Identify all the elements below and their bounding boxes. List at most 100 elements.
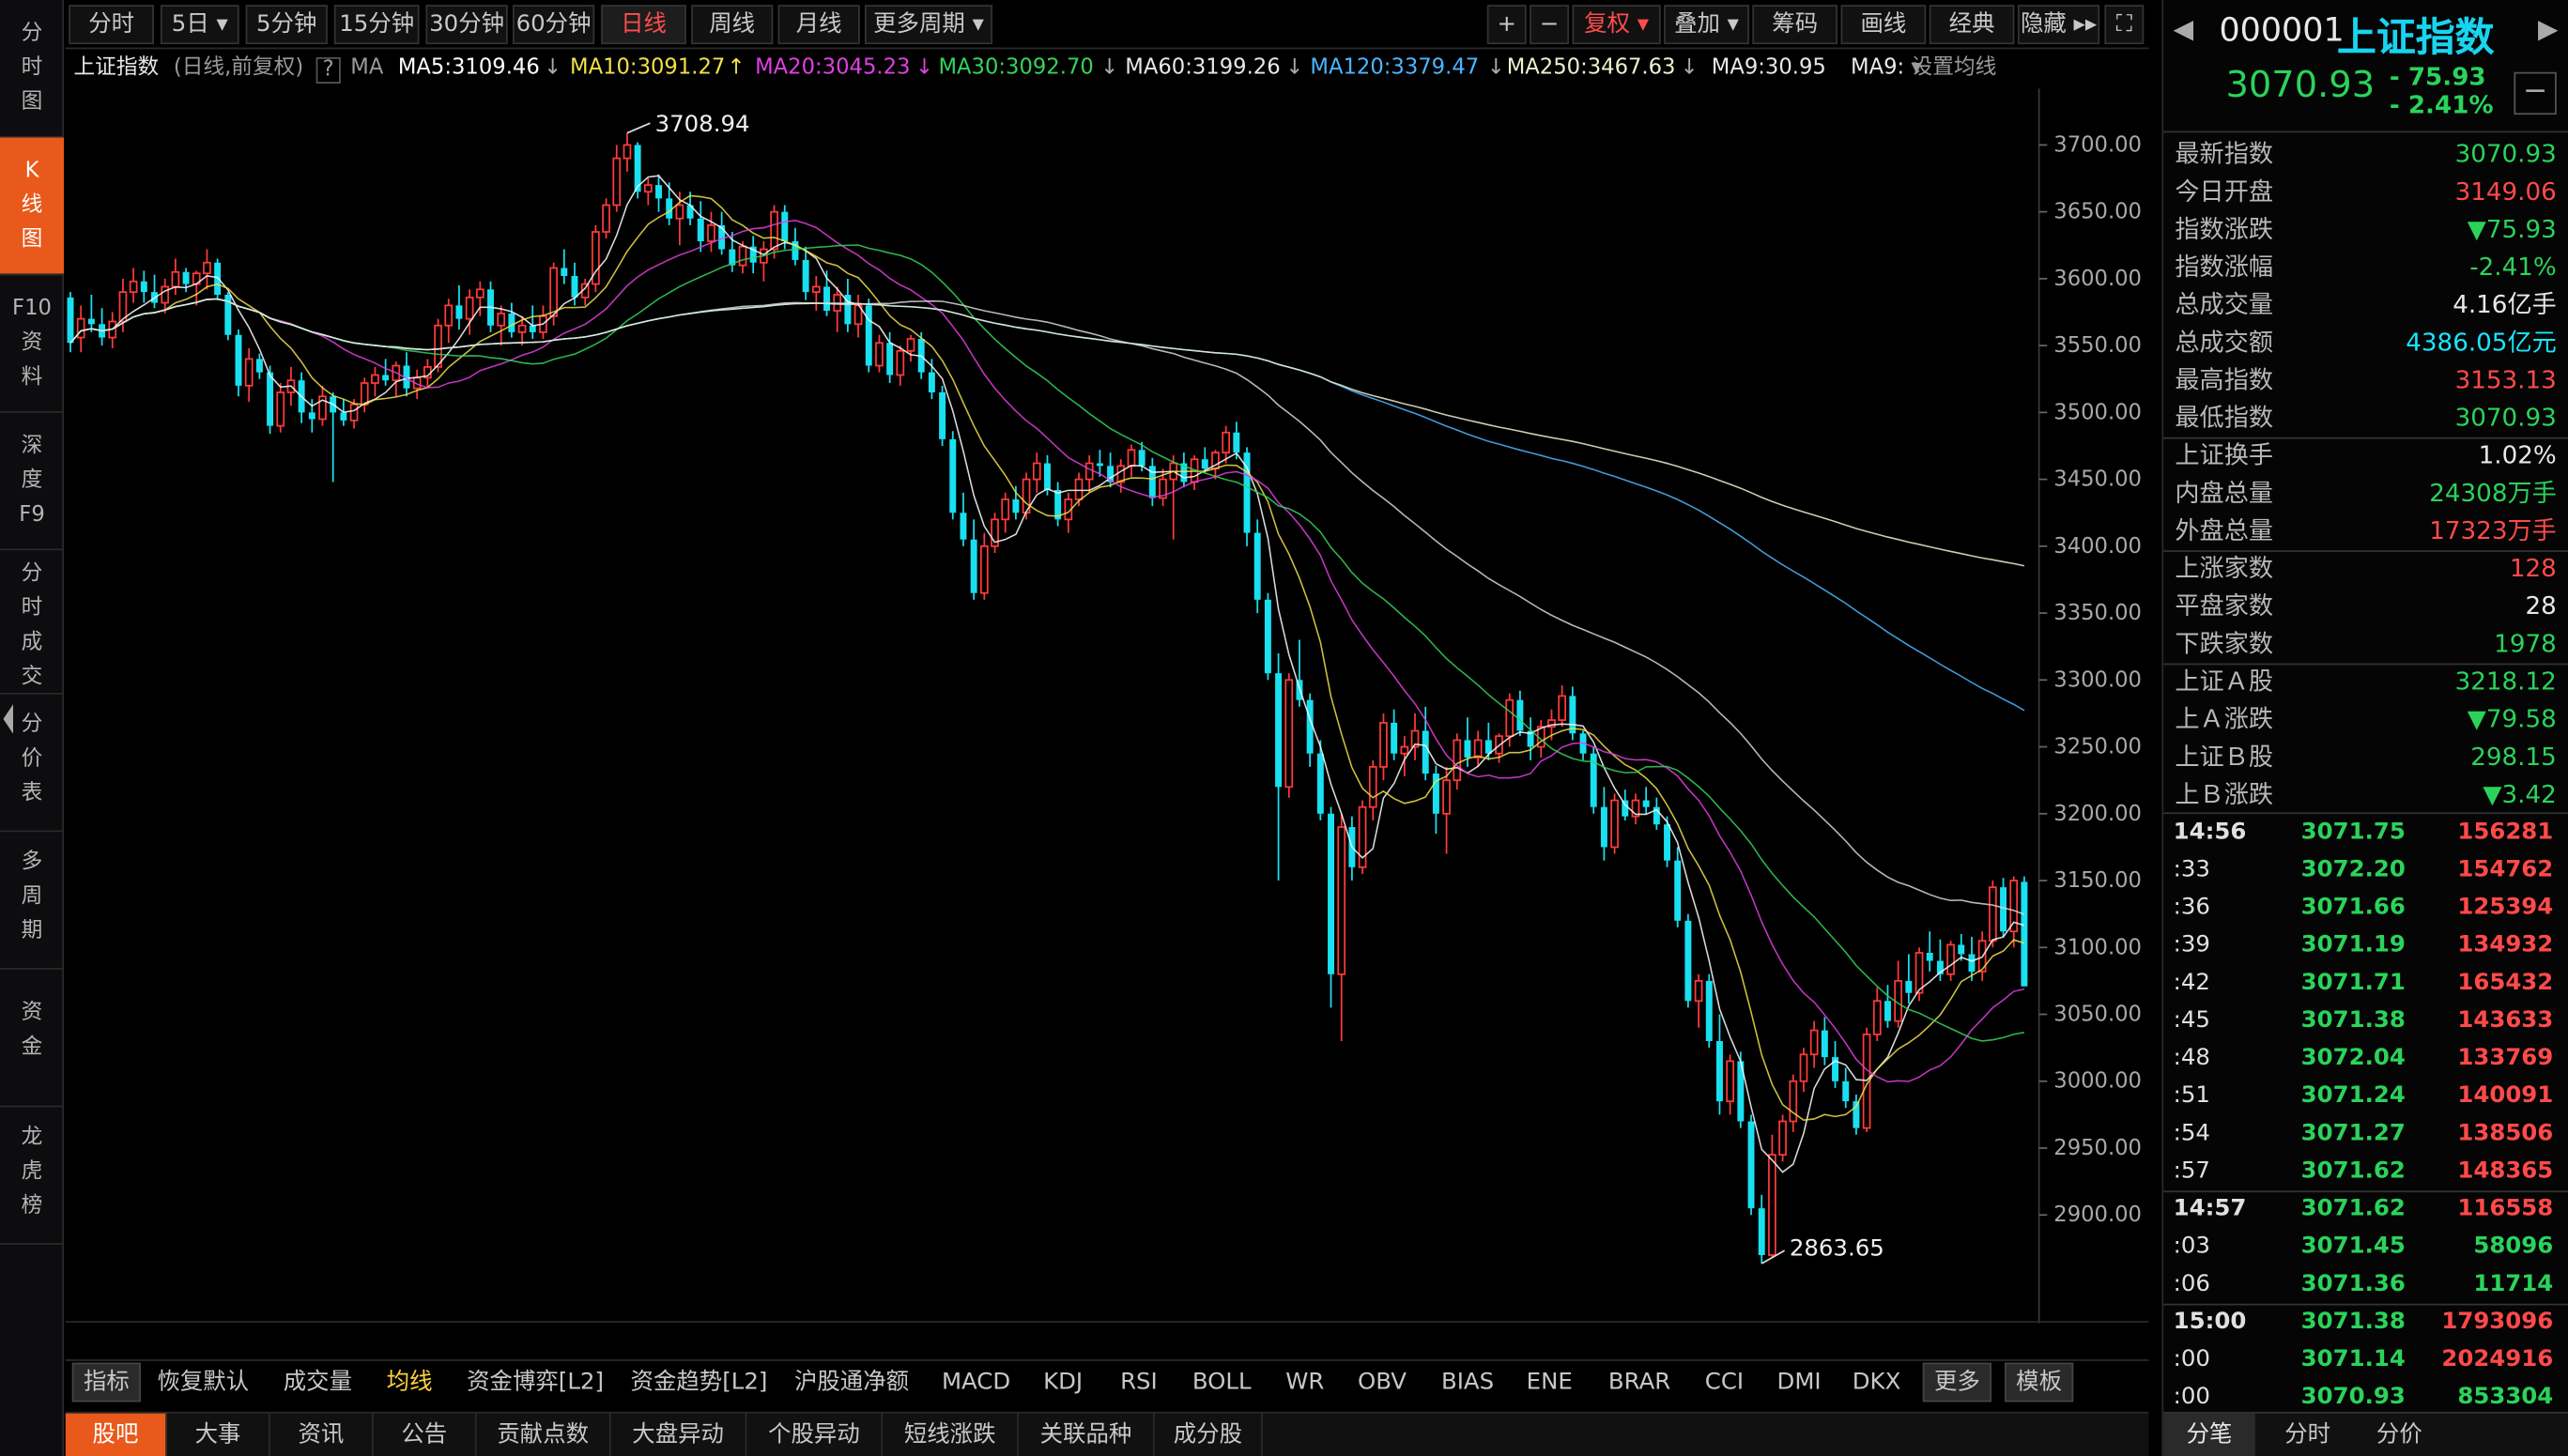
collapse-left-icon[interactable] (3, 704, 13, 734)
ind-tab-cci[interactable]: CCI (1705, 1363, 1744, 1402)
btab-market-move[interactable]: 大盘异动 (611, 1413, 747, 1456)
candle-body (1842, 1081, 1850, 1102)
tick-time: :33 (2173, 856, 2210, 883)
ind-tab-rsi[interactable]: RSI (1120, 1363, 1158, 1402)
ind-tab-volume[interactable]: 成交量 (284, 1363, 352, 1402)
ind-tab-dmi[interactable]: DMI (1777, 1363, 1822, 1402)
ind-tab-ma[interactable]: 均线 (387, 1363, 433, 1402)
candle-body (666, 198, 673, 219)
draw-button[interactable]: 画线 (1840, 5, 1927, 45)
ftab-ticks[interactable]: 分笔 (2163, 1413, 2255, 1456)
tab-60min[interactable]: 60分钟 (512, 5, 595, 45)
ind-tab-ene[interactable]: ENE (1527, 1363, 1573, 1402)
nav-f10[interactable]: F10 资 料 (0, 275, 65, 413)
tab-5min[interactable]: 5分钟 (245, 5, 328, 45)
tick-row: :54 3071.27 138506 (2163, 1115, 2568, 1153)
candle-body (1726, 1060, 1734, 1103)
zoom-out-icon[interactable]: − (1530, 5, 1570, 45)
overlay-button[interactable]: 叠加 ▾ (1664, 5, 1749, 45)
btab-events[interactable]: 大事 (167, 1413, 270, 1456)
ma30-value: MA30:3092.70 (938, 55, 1094, 81)
tick-time: :00 (2173, 1346, 2210, 1373)
chart-mode: (日线,前复权) (173, 55, 304, 81)
stat-value: 298.15 (2470, 742, 2557, 772)
tick-row: :45 3071.38 143633 (2163, 1003, 2568, 1040)
y-tick-label: 3050.00 (2053, 1003, 2142, 1027)
ind-tab-fund-game[interactable]: 资金博弈[L2] (467, 1363, 604, 1402)
ind-tab-template[interactable]: 模板 (2004, 1362, 2074, 1402)
ftab-price[interactable]: 分价 (2354, 1414, 2446, 1456)
ind-tab-kdj[interactable]: KDJ (1043, 1363, 1083, 1402)
candle-body (643, 184, 653, 193)
nav-kline[interactable]: K 线 图 (0, 137, 65, 276)
ftab-time[interactable]: 分时 (2262, 1414, 2354, 1456)
btab-guba[interactable]: 股吧 (65, 1413, 167, 1456)
ind-tab-macd[interactable]: MACD (942, 1363, 1010, 1402)
tab-5day[interactable]: 5日 ▾ (160, 5, 239, 45)
btab-notices[interactable]: 公告 (374, 1413, 477, 1456)
ind-tab-brar[interactable]: BRAR (1608, 1363, 1670, 1402)
help-icon[interactable]: ? (315, 57, 341, 84)
btab-contrib[interactable]: 贡献点数 (477, 1413, 611, 1456)
btab-components[interactable]: 成分股 (1155, 1413, 1263, 1456)
classic-button[interactable]: 经典 (1929, 5, 2015, 45)
nav-trades[interactable]: 分 时 成 交 (0, 550, 65, 695)
ind-tab-boll[interactable]: BOLL (1192, 1363, 1252, 1402)
candle-body (1684, 920, 1692, 1002)
nav-funds[interactable]: 资 金 (0, 970, 65, 1108)
tab-15min[interactable]: 15分钟 (333, 5, 420, 45)
btab-stock-move[interactable]: 个股异动 (746, 1413, 884, 1456)
ma-setting-link[interactable]: 设置均线 ▾ (1912, 49, 1997, 88)
tab-30min[interactable]: 30分钟 (425, 5, 508, 45)
candle-body (349, 403, 359, 421)
y-tick-label: 3400.00 (2053, 534, 2142, 559)
tab-daily[interactable]: 日线 (601, 5, 686, 45)
ind-tab-fund-trend[interactable]: 资金趋势[L2] (631, 1363, 768, 1402)
tab-monthly[interactable]: 月线 (777, 5, 860, 45)
collapse-icon[interactable]: − (2514, 71, 2557, 115)
ind-tab-bias[interactable]: BIAS (1441, 1363, 1494, 1402)
candle-body (1622, 800, 1629, 817)
candle-body (1084, 462, 1094, 481)
zoom-in-icon[interactable]: + (1486, 5, 1527, 45)
stat-row: 总成交量 4.16亿手 (2163, 286, 2568, 324)
nav-multi-period[interactable]: 多 周 期 (0, 832, 65, 970)
ma250-value: MA250:3467.63 (1506, 55, 1676, 81)
nav-depth[interactable]: 深 度 F9 (0, 413, 65, 551)
btab-short-term[interactable]: 短线涨跌 (883, 1413, 1019, 1456)
kline-chart[interactable]: 3700.00 3650.00 3600.00 3550.00 3500.00 3450.… (65, 88, 2149, 1324)
ind-tab-dkx[interactable]: DKX (1853, 1363, 1901, 1402)
btab-news[interactable]: 资讯 (270, 1413, 374, 1456)
tab-more-period[interactable]: 更多周期 ▾ (864, 5, 993, 45)
stat-row: 最高指数 3153.13 (2163, 362, 2568, 400)
ind-tab-reset[interactable]: 恢复默认 (157, 1363, 249, 1402)
indicator-toolbar: 指标 恢复默认 成交量 均线 资金博弈[L2] 资金趋势[L2] 沪股通净额 M… (65, 1359, 2149, 1402)
candle-body (960, 513, 967, 540)
nav-dragon-tiger[interactable]: 龙 虎 榜 (0, 1107, 65, 1245)
fuquan-button[interactable]: 复权 ▾ (1572, 5, 1661, 45)
stat-label: 总成交额 (2175, 327, 2274, 358)
candle-body (244, 358, 254, 387)
prev-stock-icon[interactable]: ◀ (2174, 13, 2193, 44)
candle-body (214, 262, 222, 295)
tick-volume: 125394 (2457, 894, 2554, 921)
btab-related[interactable]: 关联品种 (1019, 1413, 1155, 1456)
tab-weekly[interactable]: 周线 (691, 5, 774, 45)
ind-tab-more[interactable]: 更多 (1922, 1362, 1992, 1402)
ind-tab-hsgt[interactable]: 沪股通净额 (794, 1363, 909, 1402)
nav-time-chart[interactable]: 分 时 图 (0, 0, 65, 138)
tick-time: :54 (2173, 1120, 2210, 1147)
price-change: - 75.93 (2389, 62, 2486, 92)
ind-tab-indicator[interactable]: 指标 (71, 1362, 142, 1402)
ind-tab-obv[interactable]: OBV (1358, 1363, 1407, 1402)
next-stock-icon[interactable]: ▶ (2538, 13, 2558, 44)
ind-tab-wr[interactable]: WR (1285, 1363, 1324, 1402)
candle-body (1694, 980, 1703, 1003)
tab-fenshi[interactable]: 分时 (69, 5, 154, 45)
fullscreen-icon[interactable]: ⛶ (2104, 5, 2145, 45)
tick-volume: 156281 (2457, 819, 2554, 846)
chips-button[interactable]: 筹码 (1752, 5, 1838, 45)
hide-button[interactable]: 隐藏 ▸▸ (2017, 5, 2100, 45)
candle-body (928, 372, 935, 392)
candle-body (129, 280, 138, 294)
